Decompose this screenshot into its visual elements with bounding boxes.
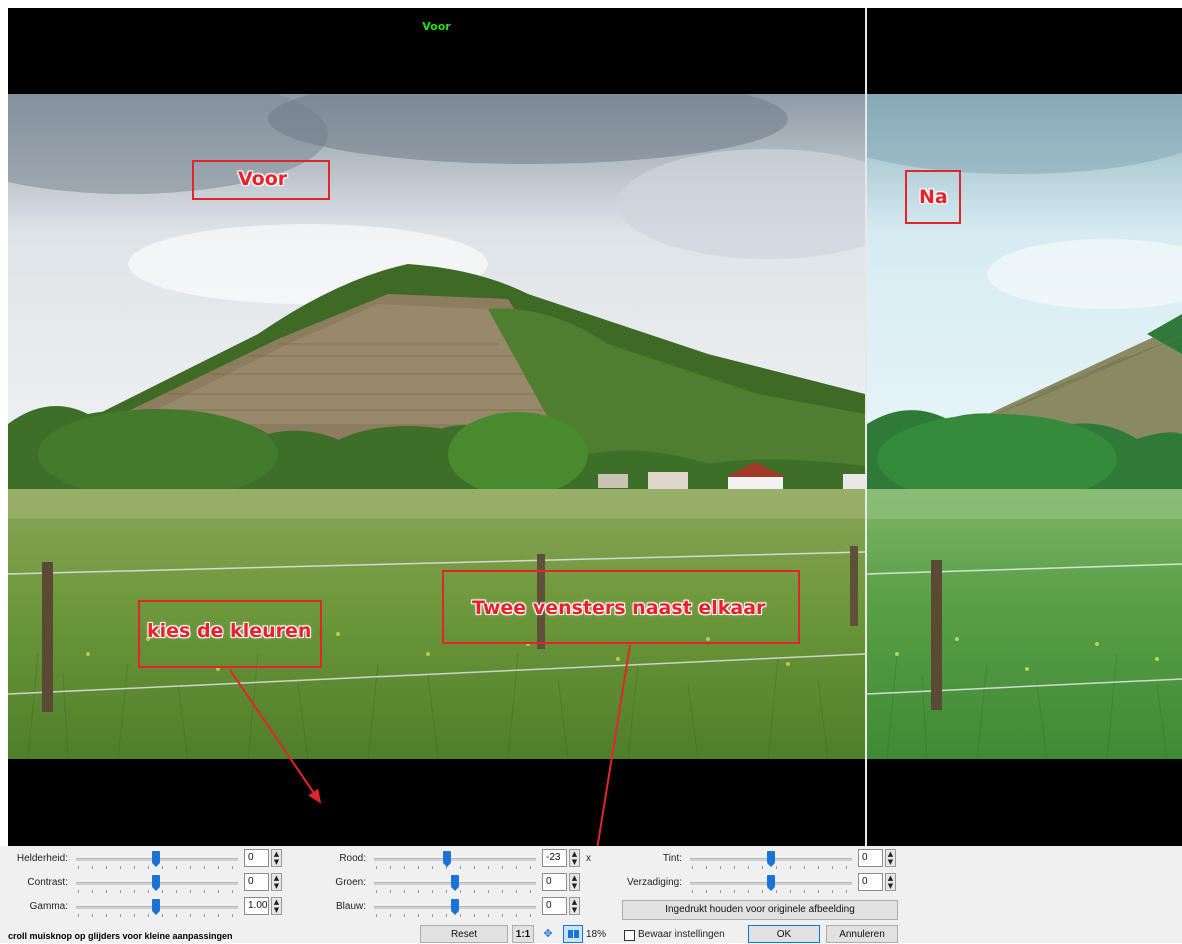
save-settings-label[interactable]: Bewaar instellingen [638, 929, 748, 940]
fit-window-button[interactable]: ✥ [538, 925, 558, 943]
red-label: Rood: [339, 853, 366, 864]
gamma-slider-thumb[interactable] [152, 899, 160, 915]
green-spinner[interactable]: ▲ ▼ [569, 873, 580, 891]
contrast-label: Contrast: [27, 877, 68, 888]
blue-input[interactable]: 0 [542, 897, 567, 915]
red-input[interactable]: -23 [542, 849, 567, 867]
red-slider-ticks [376, 866, 536, 869]
green-label: Groen: [335, 877, 366, 888]
split-view-icon-right [573, 930, 579, 938]
gamma-input[interactable]: 1.00 [244, 897, 269, 915]
tint-slider-thumb[interactable] [767, 851, 775, 867]
split-view-icon [567, 930, 573, 938]
fit-window-icon: ✥ [543, 928, 553, 940]
tint-input[interactable]: 0 [858, 849, 883, 867]
brightness-slider-thumb[interactable] [152, 851, 160, 867]
side-by-side-button[interactable] [563, 925, 583, 943]
contrast-spinner[interactable]: ▲ ▼ [271, 873, 282, 891]
red-spinner[interactable]: ▲ ▼ [569, 849, 580, 867]
blue-slider-thumb[interactable] [451, 899, 459, 915]
hold-original-button[interactable]: Ingedrukt houden voor originele afbeeldi… [622, 900, 898, 920]
gamma-spinner[interactable]: ▲ ▼ [271, 897, 282, 915]
ok-button[interactable]: OK [748, 925, 820, 943]
saturation-spinner[interactable]: ▲ ▼ [885, 873, 896, 891]
brightness-label: Helderheid: [16, 853, 68, 864]
contrast-slider-thumb[interactable] [152, 875, 160, 891]
tint-spinner[interactable]: ▲ ▼ [885, 849, 896, 867]
green-slider-thumb[interactable] [451, 875, 459, 891]
red-slider-track[interactable] [374, 858, 536, 861]
saturation-slider-thumb[interactable] [767, 875, 775, 891]
status-hint: croll muisknop op glijders voor kleine a… [8, 931, 233, 941]
save-settings-checkbox[interactable] [624, 930, 635, 941]
green-input[interactable]: 0 [542, 873, 567, 891]
gamma-label: Gamma: [29, 901, 68, 912]
saturation-label: Verzadiging: [626, 877, 682, 888]
brightness-input[interactable]: 0 [244, 849, 269, 867]
reset-button[interactable]: Reset [420, 925, 508, 943]
annotation-arrows [229, 644, 631, 932]
brightness-spinner[interactable]: ▲ ▼ [271, 849, 282, 867]
red-suffix: x [586, 853, 591, 864]
zoom-level: 18% [586, 929, 607, 940]
red-slider-thumb[interactable] [443, 851, 451, 867]
tint-label: Tint: [662, 853, 682, 864]
contrast-input[interactable]: 0 [244, 873, 269, 891]
blue-spinner[interactable]: ▲ ▼ [569, 897, 580, 915]
blue-label: Blauw: [335, 901, 366, 912]
saturation-input[interactable]: 0 [858, 873, 883, 891]
one-to-one-button[interactable]: 1:1 [512, 925, 534, 943]
cancel-button[interactable]: Annuleren [826, 925, 898, 943]
